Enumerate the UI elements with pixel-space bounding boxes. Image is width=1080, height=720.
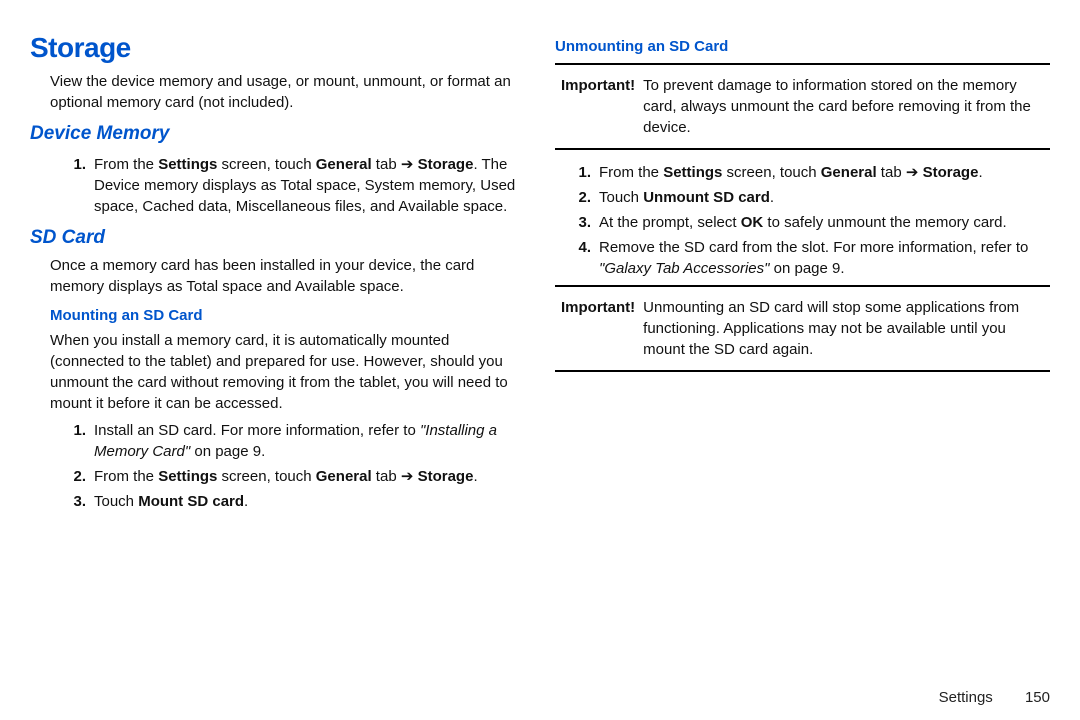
step-number: 4.: [565, 237, 591, 258]
mount-step-1: 1. Install an SD card. For more informat…: [60, 420, 525, 462]
important-unmount-warning: Important! Unmounting an SD card will st…: [555, 285, 1050, 372]
step-number: 2.: [60, 466, 86, 487]
important-text: Unmounting an SD card will stop some app…: [643, 297, 1044, 360]
unmounting-steps: 1. From the Settings screen, touch Gener…: [565, 162, 1050, 279]
step-text: Install an SD card. For more information…: [94, 422, 497, 460]
heading-sd-card: SD Card: [30, 225, 525, 252]
step-text: Touch Unmount SD card.: [599, 189, 774, 206]
device-memory-steps: 1. From the Settings screen, touch Gener…: [60, 154, 525, 217]
step-text: From the Settings screen, touch General …: [94, 468, 478, 485]
right-column: Unmounting an SD Card Important! To prev…: [555, 28, 1050, 670]
step-number: 1.: [60, 420, 86, 441]
manual-page: Storage View the device memory and usage…: [0, 0, 1080, 680]
step-text: At the prompt, select OK to safely unmou…: [599, 214, 1007, 231]
heading-device-memory: Device Memory: [30, 121, 525, 148]
step-text: Remove the SD card from the slot. For mo…: [599, 239, 1028, 277]
mounting-steps: 1. Install an SD card. For more informat…: [60, 420, 525, 512]
heading-unmounting: Unmounting an SD Card: [555, 36, 1050, 57]
unmount-step-1: 1. From the Settings screen, touch Gener…: [565, 162, 1050, 183]
step-number: 1.: [565, 162, 591, 183]
important-prevent-damage: Important! To prevent damage to informat…: [555, 63, 1050, 150]
heading-mounting: Mounting an SD Card: [50, 305, 525, 326]
sd-card-desc: Once a memory card has been installed in…: [50, 255, 525, 297]
storage-lead: View the device memory and usage, or mou…: [50, 71, 525, 113]
step-text: From the Settings screen, touch General …: [94, 156, 515, 215]
unmount-step-3: 3. At the prompt, select OK to safely un…: [565, 212, 1050, 233]
step-text: From the Settings screen, touch General …: [599, 164, 983, 181]
footer-page-number: 150: [1025, 689, 1050, 706]
unmount-step-2: 2. Touch Unmount SD card.: [565, 187, 1050, 208]
step-number: 3.: [565, 212, 591, 233]
mount-step-2: 2. From the Settings screen, touch Gener…: [60, 466, 525, 487]
mount-step-3: 3. Touch Mount SD card.: [60, 491, 525, 512]
step-number: 2.: [565, 187, 591, 208]
mounting-desc: When you install a memory card, it is au…: [50, 330, 525, 414]
step-number: 1.: [60, 154, 86, 175]
important-label: Important!: [561, 297, 635, 360]
unmount-step-4: 4. Remove the SD card from the slot. For…: [565, 237, 1050, 279]
important-text: To prevent damage to information stored …: [643, 75, 1044, 138]
page-title: Storage: [30, 28, 525, 67]
footer-section: Settings: [939, 689, 993, 706]
page-footer: Settings 150: [939, 687, 1050, 708]
step-number: 3.: [60, 491, 86, 512]
left-column: Storage View the device memory and usage…: [30, 28, 525, 670]
device-memory-step-1: 1. From the Settings screen, touch Gener…: [60, 154, 525, 217]
step-text: Touch Mount SD card.: [94, 493, 248, 510]
important-label: Important!: [561, 75, 635, 138]
